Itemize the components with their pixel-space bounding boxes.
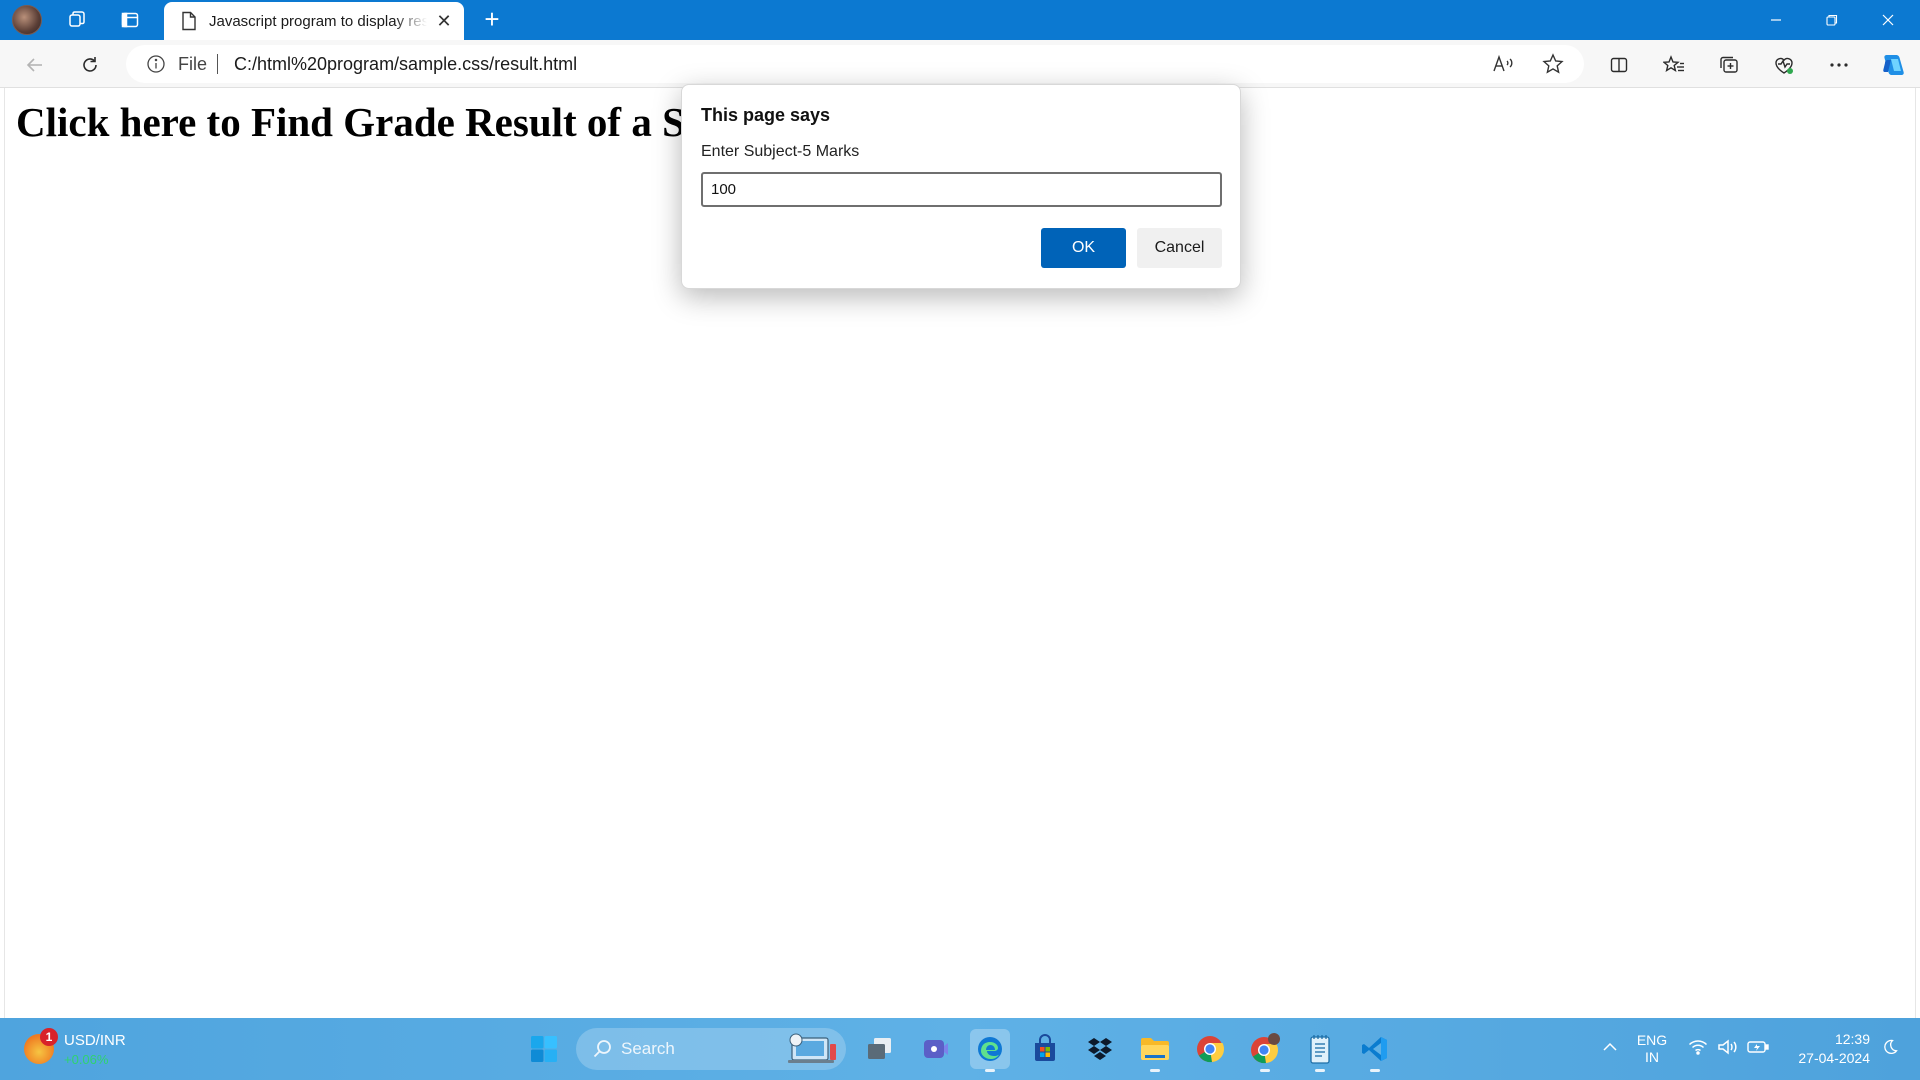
minimize-icon[interactable]: [1748, 0, 1804, 40]
favorites-icon[interactable]: [1659, 50, 1689, 80]
address-bar[interactable]: File C:/html%20program/sample.css/result…: [126, 45, 1584, 83]
store-icon[interactable]: [1025, 1029, 1065, 1069]
search-highlight-icon: [784, 1032, 844, 1066]
clock-date: 27-04-2024: [1798, 1050, 1870, 1066]
workspaces-icon[interactable]: [64, 8, 90, 32]
search-icon: [592, 1038, 614, 1065]
search-label: Search: [621, 1039, 675, 1058]
vscode-icon[interactable]: [1355, 1029, 1395, 1072]
favorite-star-icon[interactable]: [1540, 52, 1566, 76]
vertical-tabs-icon[interactable]: [117, 8, 143, 32]
notification-badge: 1: [40, 1028, 58, 1046]
chrome-icon[interactable]: [1190, 1029, 1230, 1069]
language-code: ENG: [1636, 1032, 1668, 1048]
profile-avatar[interactable]: [12, 5, 42, 35]
taskbar-search[interactable]: Search: [576, 1028, 846, 1070]
teams-icon[interactable]: [915, 1029, 955, 1069]
show-hidden-icons-icon[interactable]: [1598, 1032, 1622, 1062]
more-menu-icon[interactable]: [1824, 50, 1854, 80]
region-code: IN: [1645, 1049, 1659, 1065]
system-clock[interactable]: 12:39 27-04-2024: [1780, 1030, 1870, 1068]
cancel-button[interactable]: Cancel: [1137, 228, 1222, 268]
address-toolbar: File C:/html%20program/sample.css/result…: [0, 40, 1920, 88]
running-indicator: [1260, 1069, 1270, 1072]
split-screen-icon[interactable]: [1604, 50, 1634, 80]
language-indicator[interactable]: ENG IN: [1634, 1032, 1670, 1066]
prompt-dialog: This page says Enter Subject-5 Marks OK …: [681, 84, 1241, 289]
chrome-profile-icon[interactable]: [1245, 1029, 1285, 1072]
tab-title: Javascript program to display result: [209, 13, 427, 30]
taskbar: 1 USD/INR +0.06% Search ENG IN 12:39 27-…: [0, 1018, 1920, 1080]
active-tab[interactable]: Javascript program to display result ✕: [164, 2, 464, 40]
collections-icon[interactable]: [1714, 50, 1744, 80]
info-icon[interactable]: [143, 52, 169, 76]
focus-moon-icon[interactable]: [1878, 1032, 1902, 1062]
battery-icon[interactable]: [1746, 1032, 1770, 1062]
dialog-input-field[interactable]: [701, 172, 1222, 207]
running-indicator: [1315, 1069, 1325, 1072]
widget-label: USD/INR: [64, 1032, 126, 1049]
new-tab-icon[interactable]: +: [478, 6, 506, 34]
file-explorer-icon[interactable]: [1135, 1029, 1175, 1072]
close-window-icon[interactable]: [1860, 0, 1916, 40]
dialog-title: This page says: [701, 105, 831, 125]
ok-button[interactable]: OK: [1041, 228, 1126, 268]
restore-icon[interactable]: [1804, 0, 1860, 40]
back-icon[interactable]: [20, 50, 50, 80]
copilot-icon[interactable]: [1878, 50, 1908, 80]
task-view-icon[interactable]: [860, 1029, 900, 1069]
file-scheme-label: File: [178, 54, 208, 74]
volume-icon[interactable]: [1716, 1032, 1740, 1062]
notepad-icon[interactable]: [1300, 1029, 1340, 1072]
clock-time: 12:39: [1834, 1031, 1870, 1047]
start-icon[interactable]: [524, 1029, 564, 1069]
refresh-icon[interactable]: [75, 50, 105, 80]
address-separator: [217, 54, 218, 74]
currency-widget[interactable]: 1 USD/INR +0.06%: [22, 1028, 162, 1072]
url-text[interactable]: C:/html%20program/sample.css/result.html: [234, 54, 577, 75]
running-indicator: [1370, 1069, 1380, 1072]
dialog-message: Enter Subject-5 Marks: [701, 143, 860, 160]
edge-icon[interactable]: [970, 1029, 1010, 1072]
browser-essentials-icon[interactable]: [1769, 50, 1799, 80]
read-aloud-icon[interactable]: [1490, 52, 1516, 76]
running-indicator: [1150, 1069, 1160, 1072]
browser-titlebar: Javascript program to display result ✕ +: [0, 0, 1920, 40]
running-indicator: [985, 1069, 995, 1072]
document-icon: [180, 11, 198, 36]
widget-value: +0.06%: [64, 1052, 109, 1067]
tab-close-icon[interactable]: ✕: [434, 11, 454, 31]
wifi-icon[interactable]: [1686, 1032, 1710, 1062]
dropbox-icon[interactable]: [1080, 1029, 1120, 1069]
